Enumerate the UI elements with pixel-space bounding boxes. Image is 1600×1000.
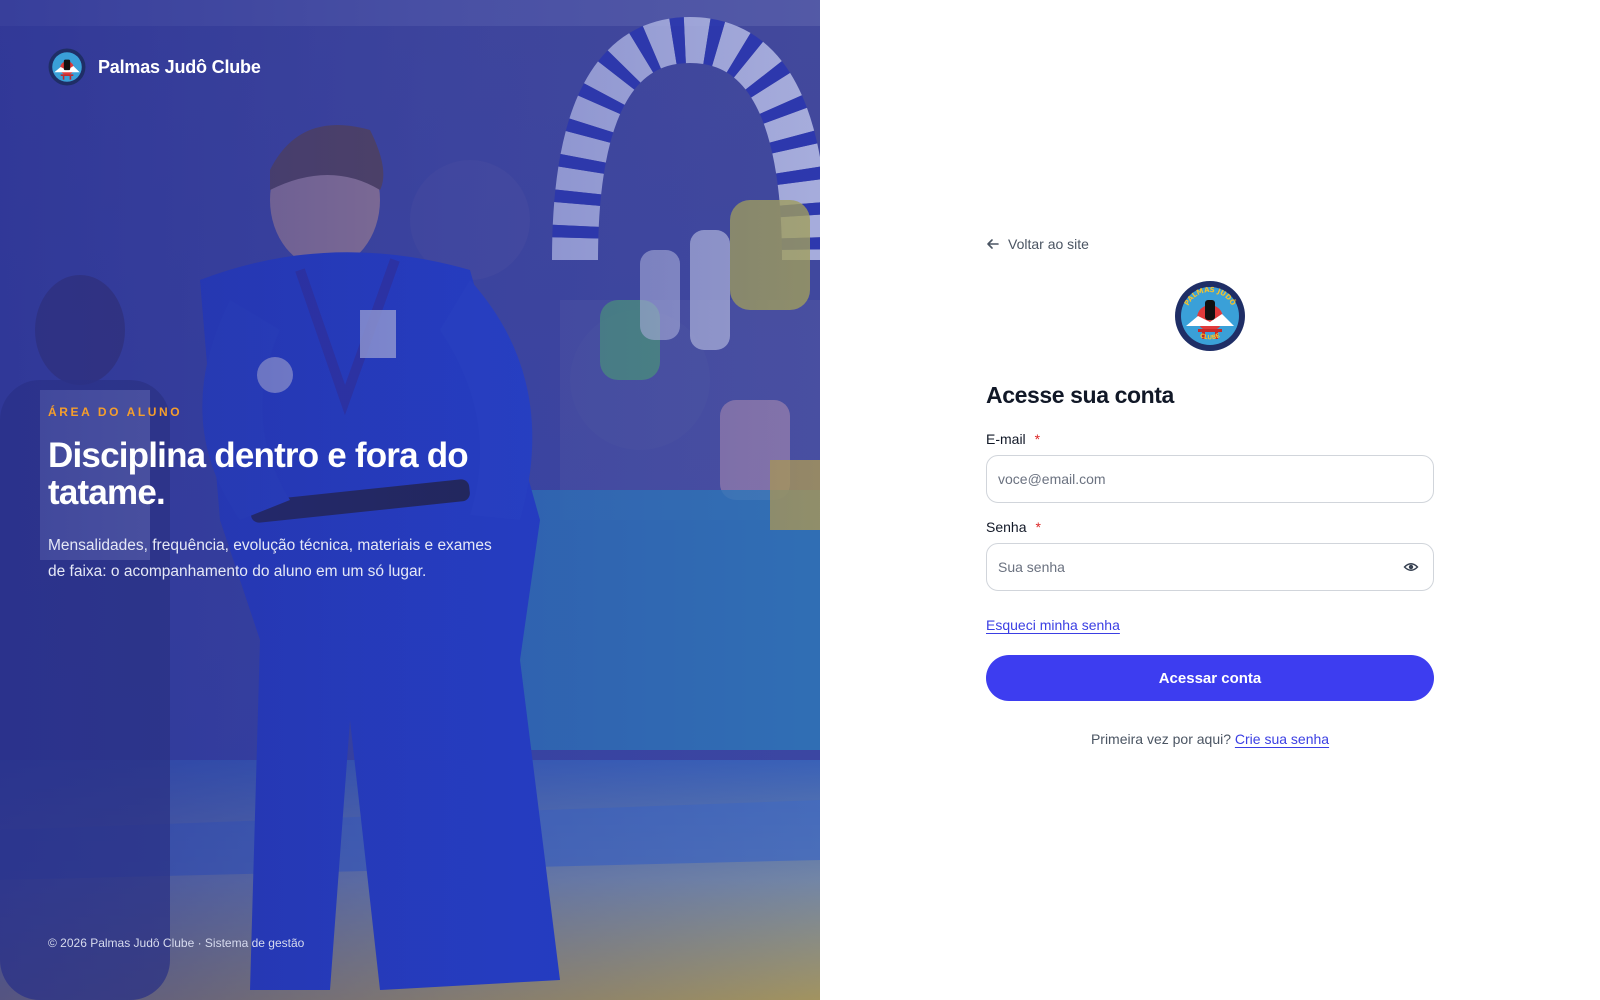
footer-copyright: © 2026 Palmas Judô Clube · Sistema de ge… (48, 936, 305, 950)
forgot-password-link[interactable]: Esqueci minha senha (986, 617, 1120, 633)
toggle-password-button[interactable] (1403, 559, 1419, 575)
email-input-box (986, 455, 1434, 503)
form-title: Acesse sua conta (986, 382, 1174, 408)
signup-prompt: Primeira vez por aqui? (1090, 731, 1231, 747)
password-field-group: Senha * (986, 519, 1434, 591)
hero-copy: ÁREA DO ALUNO Disciplina dentro e fora d… (48, 405, 508, 585)
hero-panel: Palmas Judô Clube ÁREA DO ALUNO Discipli… (0, 0, 820, 1000)
club-logo (48, 48, 86, 86)
back-to-site-label: Voltar ao site (1008, 236, 1089, 252)
hero-eyebrow: ÁREA DO ALUNO (48, 405, 183, 419)
club-logo: PALMAS JUDÔ CLUBE (1175, 281, 1245, 351)
create-password-link[interactable]: Crie sua senha (1235, 731, 1329, 747)
brand-name: Palmas Judô Clube (98, 56, 261, 77)
email-field-group: E-mail * (986, 431, 1434, 503)
arrow-left-icon (987, 239, 999, 249)
password-required-mark: * (1035, 519, 1041, 535)
hero-description: Mensalidades, frequência, evolução técni… (48, 537, 492, 580)
email-label: E-mail (986, 431, 1026, 447)
password-label: Senha (986, 519, 1027, 535)
back-to-site-link[interactable]: Voltar ao site (986, 236, 1089, 252)
password-input[interactable] (998, 559, 1403, 575)
email-input[interactable] (998, 471, 1419, 487)
logo-wrap: PALMAS JUDÔ CLUBE (986, 280, 1434, 352)
brand[interactable]: Palmas Judô Clube (48, 48, 261, 86)
login-panel: Voltar ao site PALMAS JUDÔ CLUBE Acesse … (986, 236, 1434, 747)
password-input-box (986, 543, 1434, 591)
signup-row: Primeira vez por aqui? Crie sua senha (986, 731, 1434, 747)
email-required-mark: * (1034, 431, 1041, 447)
eye-icon (1403, 563, 1419, 571)
submit-button[interactable]: Acessar conta (986, 655, 1434, 701)
hero-title: Disciplina dentro e fora do tatame. (48, 436, 469, 512)
